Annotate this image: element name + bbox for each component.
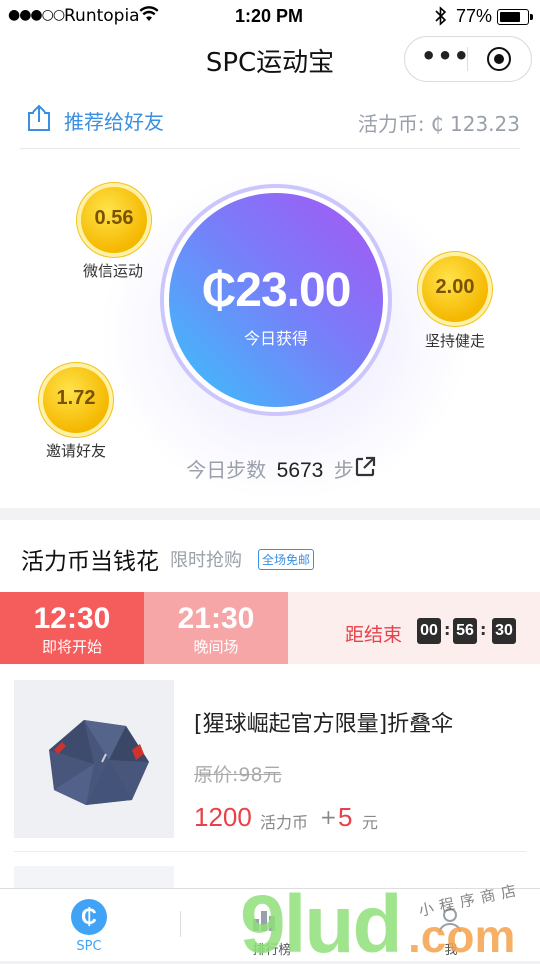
status-bar: ●●●○○ Runtopia 1:20 PM 77% — [0, 0, 540, 34]
coin-wechat-sport[interactable]: 0.56 — [81, 187, 147, 253]
coin-value: 1.72 — [56, 387, 96, 409]
section-title: 活力币当钱花 — [21, 549, 159, 575]
external-link-icon[interactable] — [354, 456, 376, 482]
price-plus: + — [320, 805, 337, 829]
steps-suffix: 步 — [333, 458, 354, 482]
countdown-label: 距结束 — [345, 624, 403, 646]
price-coins: 1200 — [194, 802, 252, 832]
free-shipping-badge: 全场免邮 — [258, 549, 315, 570]
price-cash: 5 — [338, 802, 353, 832]
countdown-colon: : — [480, 620, 487, 639]
bluetooth-icon — [435, 6, 447, 31]
next-product-image[interactable] — [14, 866, 174, 888]
countdown-minutes: 56 — [453, 618, 477, 644]
coin-value: 0.56 — [94, 207, 134, 229]
miniprogram-capsule: ••• — [404, 36, 532, 82]
wifi-icon — [139, 5, 159, 28]
today-steps: 今日步数 5673 步 — [0, 454, 540, 483]
battery-icon — [497, 9, 533, 25]
coin-value: 2.00 — [435, 276, 475, 298]
tab-spc[interactable]: SPC — [39, 939, 139, 954]
target-circle-icon[interactable] — [487, 47, 511, 71]
tab-me[interactable]: 我 — [401, 939, 501, 958]
tab-ranking[interactable]: 排行榜 — [222, 939, 322, 958]
session-tab-1230[interactable]: 12:30 即将开始 — [0, 592, 144, 664]
product-name[interactable]: [猩球崛起官方限量]折叠伞 — [194, 706, 453, 738]
session-label: 晚间场 — [193, 638, 239, 656]
umbrella-icon — [49, 720, 149, 805]
tab-bar: ₵ SPC 排行榜 我 — [0, 888, 540, 961]
clock: 1:20 PM — [235, 6, 304, 26]
session-time: 12:30 — [33, 602, 111, 635]
flash-sale-section: 活力币当钱花 限时抢购 全场免邮 12:30 即将开始 21:30 晚间场 距结… — [0, 520, 540, 888]
session-tab-2130[interactable]: 21:30 晚间场 — [144, 592, 288, 664]
today-amount-label: 今日获得 — [243, 329, 308, 348]
coin-keep-walking[interactable]: 2.00 — [422, 256, 488, 322]
session-label: 即将开始 — [41, 638, 102, 656]
product-image[interactable] — [14, 680, 174, 838]
more-dots-icon[interactable]: ••• — [421, 42, 470, 70]
today-amount: ₵23.00 — [201, 264, 352, 317]
product-divider — [14, 851, 526, 852]
carrier-name: Runtopia — [64, 6, 140, 26]
countdown-seconds: 30 — [492, 618, 516, 644]
coin-unit: 活力币 — [260, 813, 309, 832]
cash-unit: 元 — [362, 813, 379, 832]
section-subtitle: 限时抢购 — [170, 550, 242, 571]
tab-divider — [180, 911, 181, 937]
steps-prefix: 今日步数 — [186, 458, 267, 482]
coin-invite-friends[interactable]: 1.72 — [43, 367, 109, 433]
earnings-panel: 推荐给好友 活力币: ₵ 123.23 ₵23.00 今日获得 0.56 微信运… — [0, 90, 540, 508]
battery-level-fill — [500, 12, 520, 22]
profile-icon[interactable] — [438, 907, 462, 937]
coin-label: 微信运动 — [82, 262, 143, 280]
share-to-friends-link[interactable]: 推荐给好友 — [64, 106, 164, 135]
today-earnings-circle[interactable]: ₵23.00 今日获得 — [160, 184, 392, 416]
battery-percent: 77% — [456, 6, 493, 26]
steps-value: 5673 — [276, 459, 324, 482]
countdown-hours: 00 — [417, 618, 441, 644]
header-divider — [20, 148, 520, 149]
countdown-colon: : — [444, 620, 451, 639]
capsule-divider — [467, 47, 468, 71]
ranking-icon[interactable] — [252, 907, 276, 933]
coin-balance: 活力币: ₵ 123.23 — [357, 112, 520, 136]
countdown-bar: 距结束 00 : 56 : 30 — [288, 592, 540, 664]
signal-strength: ●●●○○ — [8, 7, 65, 23]
original-price: 原价:98元 — [194, 764, 282, 786]
session-time: 21:30 — [177, 602, 255, 635]
nav-bar: SPC运动宝 ••• — [0, 34, 540, 90]
spc-coin-icon[interactable]: ₵ — [71, 899, 107, 935]
coin-label: 坚持健走 — [424, 332, 485, 350]
share-icon[interactable] — [26, 104, 52, 136]
